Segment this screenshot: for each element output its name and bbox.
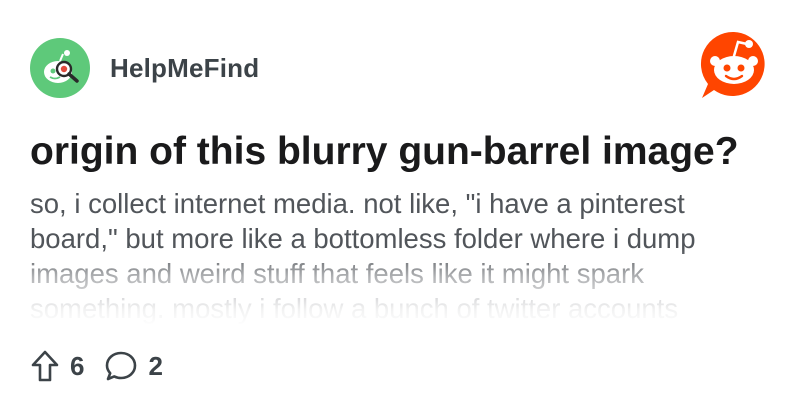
reddit-snoo-logo-icon bbox=[700, 31, 765, 98]
post-card[interactable]: HelpMeFind origin of this blurry gun-bar… bbox=[0, 0, 800, 419]
post-header: HelpMeFind bbox=[30, 38, 259, 98]
community-avatar[interactable] bbox=[30, 38, 90, 98]
upvote-button[interactable]: 6 bbox=[30, 349, 84, 383]
magnifier-snoo-icon bbox=[44, 50, 79, 83]
community-name[interactable]: HelpMeFind bbox=[110, 53, 259, 84]
comment-bubble-icon bbox=[106, 351, 137, 381]
post-body[interactable]: so, i collect internet media. not like, … bbox=[30, 186, 780, 326]
post-body-line: images and weird stuff that feels like i… bbox=[30, 258, 644, 289]
post-title[interactable]: origin of this blurry gun-barrel image? bbox=[30, 128, 780, 176]
post-body-line: board," but more like a bottomless folde… bbox=[30, 223, 696, 254]
post-stats: 6 2 bbox=[30, 346, 183, 386]
post-body-line: something. mostly i follow a bunch of tw… bbox=[30, 293, 679, 324]
post-body-line: so, i collect internet media. not like, … bbox=[30, 188, 685, 219]
upvote-count: 6 bbox=[70, 350, 85, 381]
comments-button[interactable]: 2 bbox=[104, 349, 163, 383]
comment-count: 2 bbox=[148, 350, 163, 381]
upvote-arrow-icon bbox=[31, 350, 59, 382]
